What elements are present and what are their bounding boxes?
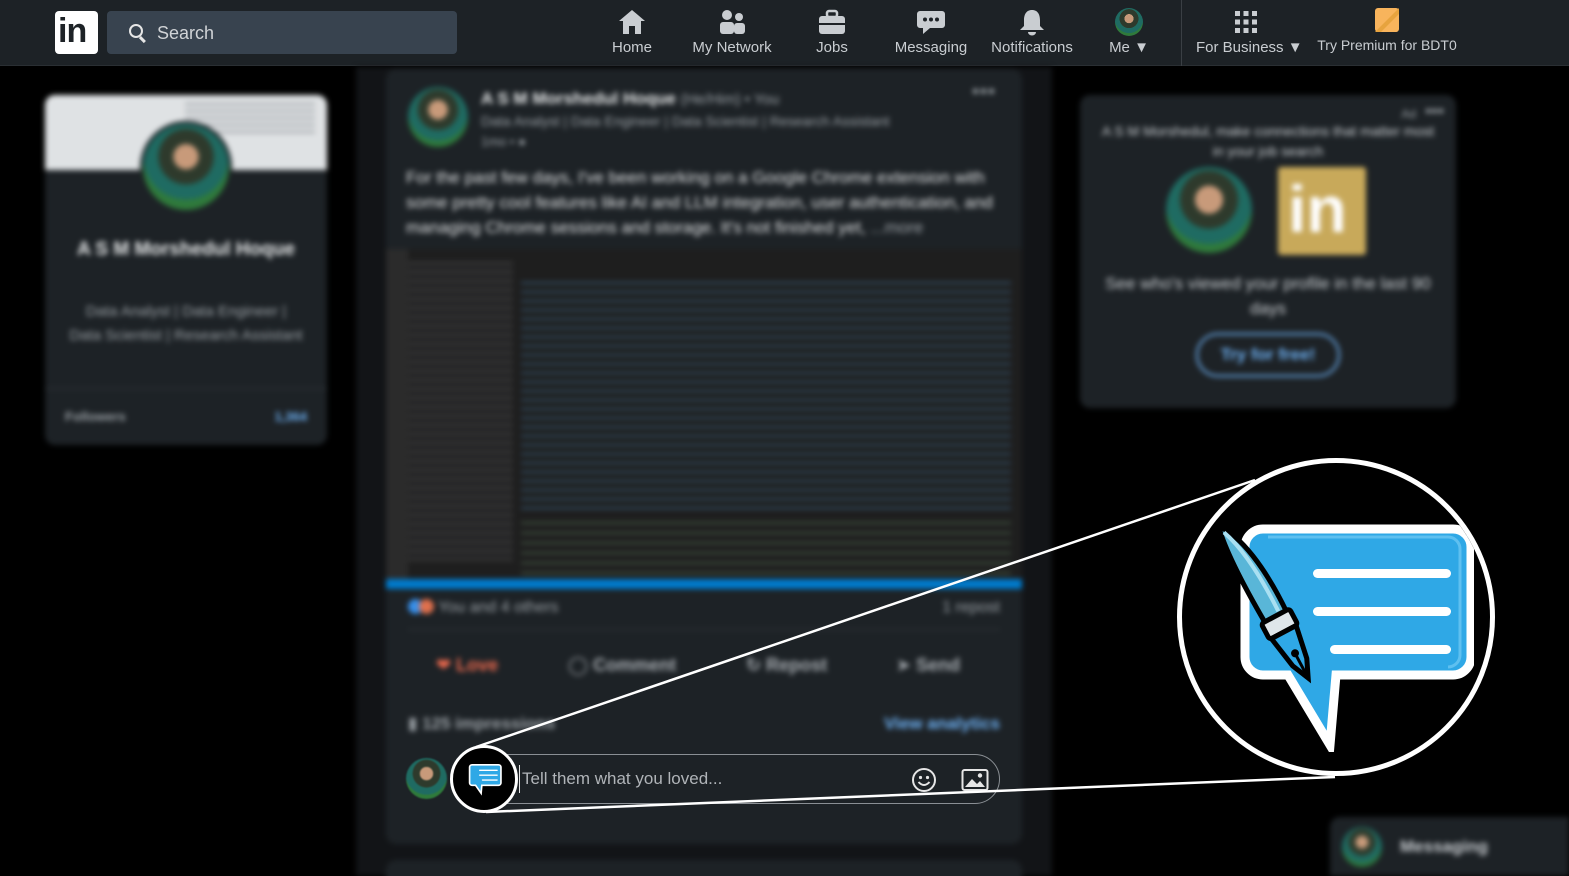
repost-button[interactable]: ↻ Repost [746, 655, 827, 676]
chat-pen-extension-icon-enlarged [1214, 520, 1474, 752]
globe-icon: ● [518, 134, 526, 149]
nav-me[interactable]: Me ▼ [1106, 8, 1152, 60]
followers-count[interactable]: 1,364 [274, 409, 307, 424]
zoom-lens [1177, 458, 1495, 776]
messaging-icon [917, 11, 945, 34]
nav-my-network[interactable]: My Network [688, 8, 776, 60]
linkedin-logo[interactable]: in [55, 11, 98, 54]
post-more-options-icon[interactable]: ••• [972, 81, 996, 104]
post-card: A S M Morshedul Hoque (He/Him) • You Dat… [386, 69, 1022, 844]
post-author-pronouns: (He/Him) • You [680, 91, 780, 108]
profile-name[interactable]: A S M Morshedul Hoque [45, 235, 327, 265]
reactions-summary[interactable]: You and 4 others [408, 599, 559, 617]
ad-title: A S M Morshedul, make connections that m… [1101, 123, 1435, 159]
profile-card[interactable]: A S M Morshedul Hoque Data Analyst | Dat… [45, 95, 327, 445]
post-body: For the past few days, I've been working… [406, 168, 993, 237]
repost-icon: ↻ [746, 655, 762, 675]
nav-jobs[interactable]: Jobs [810, 8, 854, 60]
next-post-card [386, 860, 1022, 876]
try-for-free-button[interactable]: Try for free! [1196, 333, 1340, 377]
profile-headline: Data Analyst | Data Engineer | Data Scie… [69, 303, 303, 344]
post-author-name[interactable]: A S M Morshedul Hoque [481, 89, 676, 108]
heart-icon: ❤ [436, 655, 452, 675]
bell-icon [1020, 10, 1044, 36]
post-time: 1mo • ● [481, 134, 526, 149]
home-icon [619, 10, 645, 34]
chevron-down-icon: ▼ [1134, 39, 1149, 56]
ad-text: See who's viewed your profile in the las… [1105, 274, 1431, 318]
avatar [1115, 8, 1143, 36]
comment-box[interactable] [460, 754, 1000, 804]
nav-messaging[interactable]: Messaging [893, 8, 969, 60]
nav-divider [1181, 0, 1182, 66]
repost-count[interactable]: 1 repost [942, 599, 1000, 617]
ad-premium-logo: in [1278, 167, 1366, 255]
send-button[interactable]: ➤ Send [896, 655, 960, 676]
love-reaction-icon [419, 599, 434, 614]
ad-more-options-icon[interactable]: ••• [1425, 101, 1444, 122]
love-button[interactable]: ❤ Love [436, 655, 498, 676]
impressions[interactable]: ▮ 125 impressions [408, 714, 555, 734]
comment-author-avatar [406, 758, 447, 799]
divider [45, 388, 327, 389]
network-icon [720, 10, 745, 34]
search-icon [129, 24, 143, 38]
profile-avatar[interactable] [140, 121, 232, 213]
chat-pen-extension-icon[interactable] [466, 762, 504, 796]
search-placeholder: Search [157, 23, 215, 43]
followers-label: Followers [65, 409, 126, 424]
nav-notifications[interactable]: Notifications [988, 8, 1076, 60]
messaging-avatar [1342, 827, 1382, 867]
emoji-icon[interactable] [911, 767, 937, 793]
messaging-label: Messaging [1400, 837, 1488, 856]
search-bar[interactable]: Search [107, 11, 457, 54]
post-author-headline: Data Analyst | Data Engineer | Data Scie… [481, 113, 890, 129]
divider [408, 629, 1000, 630]
briefcase-icon [819, 9, 845, 34]
image-icon[interactable] [961, 768, 989, 792]
nav-try-premium[interactable]: Try Premium for BDT0 [1314, 6, 1460, 58]
premium-icon [1375, 8, 1399, 32]
nav-for-business[interactable]: For Business ▼ [1196, 8, 1303, 60]
send-icon: ➤ [896, 655, 912, 675]
chevron-down-icon: ▼ [1287, 39, 1303, 56]
ad-card: Ad ••• A S M Morshedul, make connections… [1080, 95, 1456, 408]
top-navbar: in Search Home My Network Jobs Messaging… [0, 0, 1569, 66]
bar-chart-icon: ▮ [408, 714, 418, 733]
comment-input[interactable] [519, 765, 899, 793]
grid-icon [1235, 11, 1257, 33]
post-author-avatar[interactable] [408, 87, 468, 147]
view-analytics-link[interactable]: View analytics [884, 714, 1000, 734]
see-more-link[interactable]: ...more [870, 218, 923, 237]
ad-label: Ad [1401, 107, 1416, 121]
ad-user-avatar [1166, 167, 1252, 253]
post-image-code-editor[interactable] [386, 249, 1022, 589]
comment-icon: ◯ [568, 655, 589, 675]
nav-home[interactable]: Home [605, 8, 659, 60]
messaging-overlay-bar[interactable]: Messaging [1330, 817, 1569, 876]
post-author-line: A S M Morshedul Hoque (He/Him) • You [481, 89, 779, 109]
comment-button[interactable]: ◯ Comment [568, 655, 676, 676]
